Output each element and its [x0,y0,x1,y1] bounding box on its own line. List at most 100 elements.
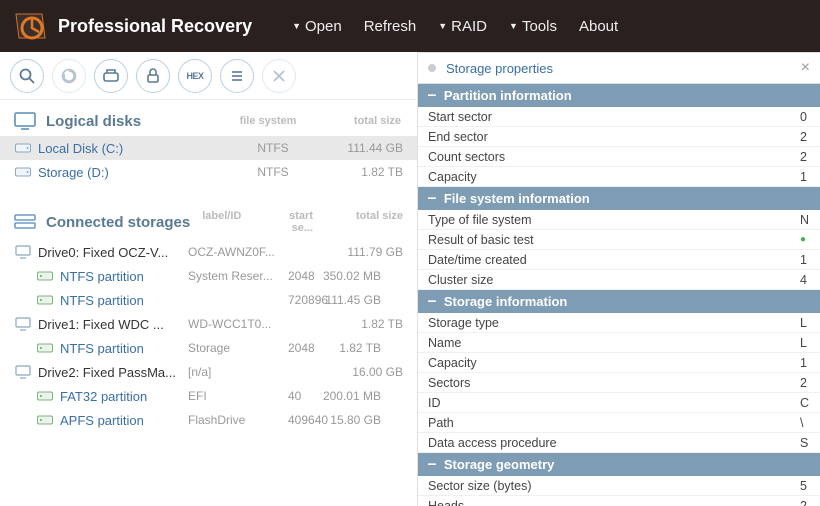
property-group-header[interactable]: –File system information [418,187,820,210]
drive-icon [14,365,32,379]
row-start-sector: 2048 [288,269,301,283]
disk-size: 111.44 GB [328,141,403,155]
property-row[interactable]: Sector size (bytes)5 [418,476,820,496]
property-row[interactable]: Heads2 [418,496,820,506]
drive-row[interactable]: Drive1: Fixed WDC ...WD-WCC1T0...1.82 TB [0,312,417,336]
property-group-header[interactable]: –Partition information [418,84,820,107]
property-row[interactable]: Sectors2 [418,373,820,393]
partition-icon [36,342,54,354]
group-title: File system information [444,191,590,206]
property-value: 1 [800,253,810,267]
property-key: Date/time created [428,253,800,267]
app-logo-icon [12,8,48,44]
open-image-button[interactable] [94,59,128,93]
row-name: NTFS partition [60,293,188,308]
connected-storages-title: Connected storages [46,214,190,231]
toolbar: HEX [0,52,417,100]
decrypt-button[interactable] [136,59,170,93]
col-start-sector: start se... [288,210,323,234]
logical-disk-row[interactable]: Local Disk (C:)NTFS111.44 GB [0,136,417,160]
row-label: [n/a] [188,365,288,379]
row-name: NTFS partition [60,269,188,284]
property-value: \ [800,416,810,430]
property-key: Result of basic test [428,233,800,247]
close-panel-button[interactable]: × [801,59,810,77]
caret-down-icon: ▼ [438,21,447,31]
property-key: Data access procedure [428,436,800,450]
drive-row[interactable]: Drive2: Fixed PassMa...[n/a]16.00 GB [0,360,417,384]
drive-icon [14,166,32,178]
property-key: Sectors [428,376,800,390]
property-key: Capacity [428,356,800,370]
property-row[interactable]: Type of file systemN [418,210,820,230]
partition-row[interactable]: APFS partitionFlashDrive40964015.80 GB [0,408,417,432]
disk-fs: NTFS [218,141,328,155]
property-row[interactable]: IDC [418,393,820,413]
drives-icon [14,213,36,231]
property-key: Type of file system [428,213,800,227]
property-value: 2 [800,376,810,390]
left-pane: HEX Logical disks file system total size… [0,52,418,506]
partition-row[interactable]: NTFS partition720896111.45 GB [0,288,417,312]
scan-button[interactable] [10,59,44,93]
col-label-id: label/ID [202,210,288,234]
menu-about[interactable]: About [579,18,618,35]
row-label: FlashDrive [188,413,288,427]
property-row[interactable]: Result of basic test● [418,230,820,250]
col-filesystem: file system [213,115,323,127]
property-group-header[interactable]: –Storage geometry [418,453,820,476]
property-value: ● [800,234,810,245]
row-size: 15.80 GB [301,413,381,427]
row-size: 111.79 GB [323,245,403,259]
row-size: 200.01 MB [301,389,381,403]
logical-disk-row[interactable]: Storage (D:)NTFS1.82 TB [0,160,417,184]
property-group-header[interactable]: –Storage information [418,290,820,313]
property-row[interactable]: Cluster size4 [418,270,820,290]
row-label: Storage [188,341,288,355]
property-key: Heads [428,499,800,506]
property-row[interactable]: Date/time created1 [418,250,820,270]
property-key: Name [428,336,800,350]
row-start-sector: 720896 [288,293,301,307]
row-start-sector: 409640 [288,413,301,427]
close-button[interactable] [262,59,296,93]
menu-tools[interactable]: ▼Tools [509,18,557,35]
resume-scan-button[interactable] [52,59,86,93]
title-bar: Professional Recovery ▼Open Refresh ▼RAI… [0,0,820,52]
property-value: L [800,316,810,330]
logical-disks-title: Logical disks [46,113,141,130]
menu-open[interactable]: ▼Open [292,18,342,35]
property-value: 2 [800,499,810,506]
property-row[interactable]: Data access procedureS [418,433,820,453]
app-title: Professional Recovery [58,16,252,37]
group-title: Storage geometry [444,457,555,472]
menu-raid[interactable]: ▼RAID [438,18,487,35]
property-row[interactable]: Capacity1 [418,167,820,187]
property-row[interactable]: Capacity1 [418,353,820,373]
disk-size: 1.82 TB [328,165,403,179]
property-row[interactable]: Count sectors2 [418,147,820,167]
property-row[interactable]: End sector2 [418,127,820,147]
details-button[interactable] [220,59,254,93]
caret-down-icon: ▼ [509,21,518,31]
disk-name: Storage (D:) [38,165,218,180]
property-key: Count sectors [428,150,800,164]
drive-row[interactable]: Drive0: Fixed OCZ-V...OCZ-AWNZ0F...111.7… [0,240,417,264]
partition-row[interactable]: NTFS partitionSystem Reser...2048350.02 … [0,264,417,288]
hex-view-button[interactable]: HEX [178,59,212,93]
menu-refresh[interactable]: Refresh [364,18,417,35]
logical-disks-header: Logical disks file system total size [0,100,417,136]
property-value: 1 [800,170,810,184]
disk-fs: NTFS [218,165,328,179]
property-value: 0 [800,110,810,124]
row-name: FAT32 partition [60,389,188,404]
property-key: Path [428,416,800,430]
property-row[interactable]: NameL [418,333,820,353]
property-row[interactable]: Path\ [418,413,820,433]
property-row[interactable]: Start sector0 [418,107,820,127]
property-row[interactable]: Storage typeL [418,313,820,333]
row-name: Drive2: Fixed PassMa... [38,365,188,380]
partition-row[interactable]: FAT32 partitionEFI40200.01 MB [0,384,417,408]
partition-row[interactable]: NTFS partitionStorage20481.82 TB [0,336,417,360]
storage-properties-header: Storage properties × [418,52,820,84]
